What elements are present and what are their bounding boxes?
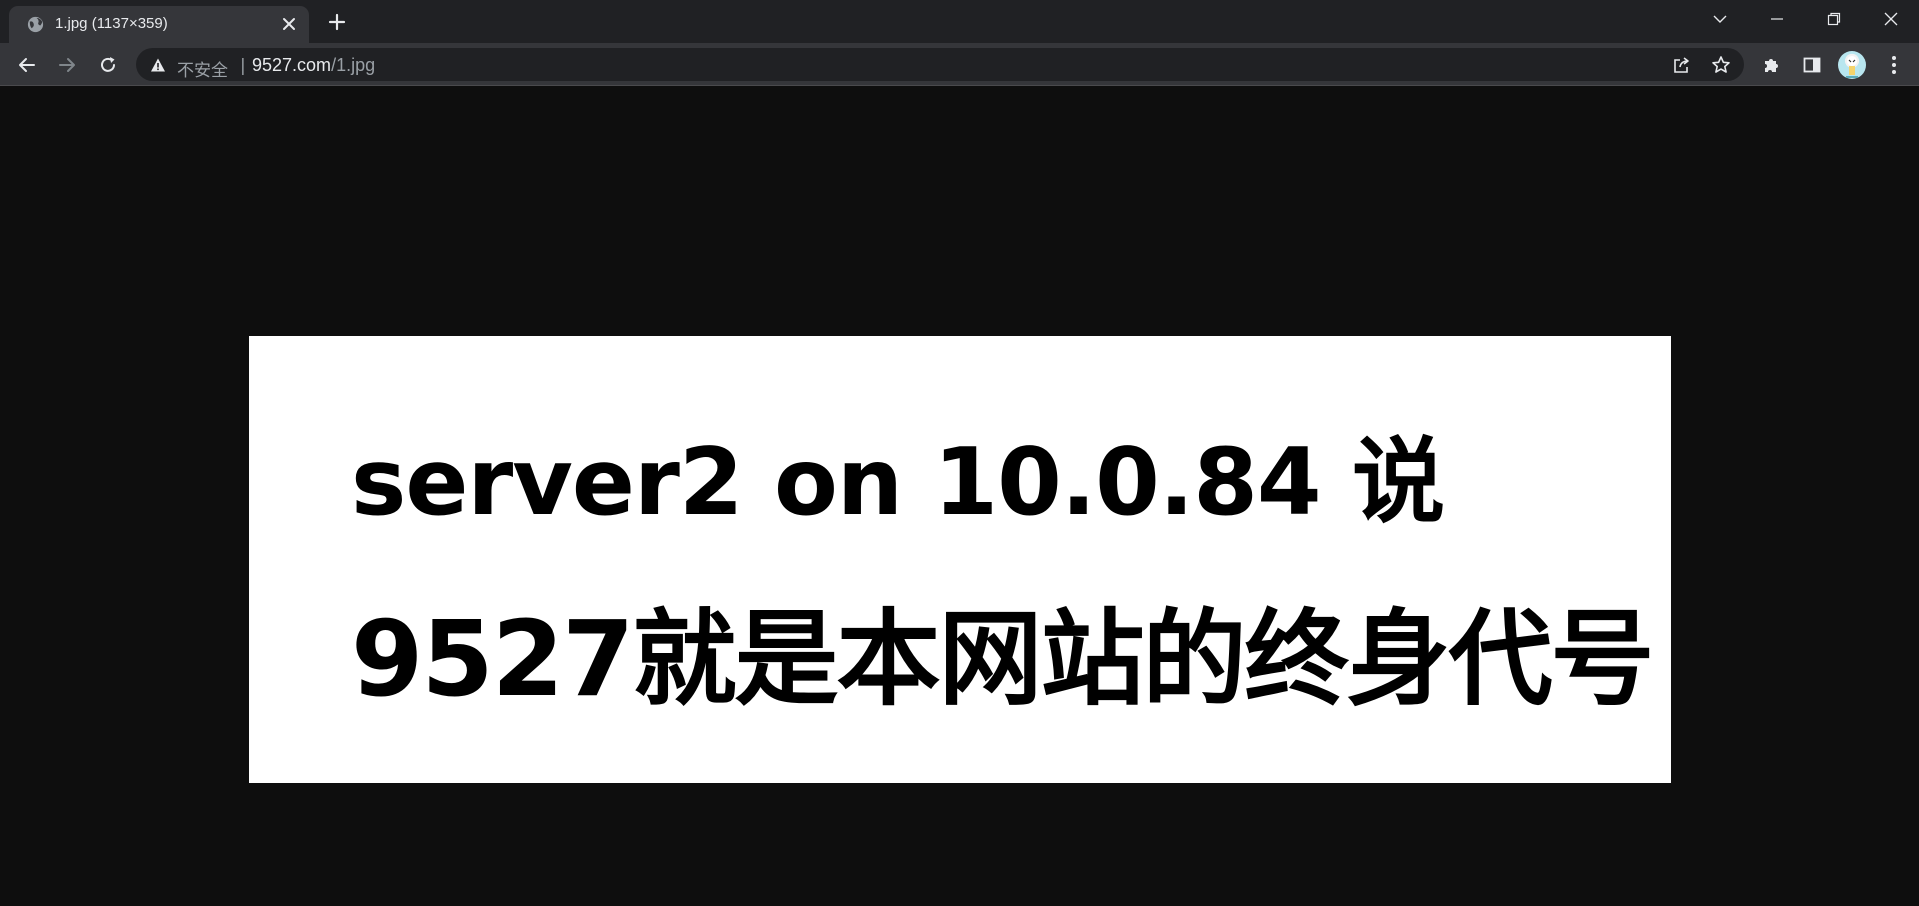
- image-text-line-2: 9527就是本网站的终身代号: [351, 598, 1654, 720]
- forward-arrow-icon[interactable]: [51, 49, 83, 81]
- close-icon[interactable]: [278, 13, 300, 35]
- back-arrow-icon[interactable]: [11, 49, 43, 81]
- minimize-icon[interactable]: [1749, 0, 1805, 38]
- reload-icon[interactable]: [92, 49, 124, 81]
- address-bar[interactable]: 不安全 | 9527.com/1.jpg: [136, 48, 1744, 81]
- tab-strip: 1.jpg (1137×359): [0, 0, 1919, 43]
- image-viewer: server2 on 10.0.84 说 9527就是本网站的终身代号: [0, 87, 1919, 906]
- star-icon[interactable]: [1710, 54, 1732, 76]
- warning-triangle-icon[interactable]: [150, 57, 166, 73]
- puzzle-icon[interactable]: [1756, 49, 1788, 81]
- tab-active[interactable]: 1.jpg (1137×359): [9, 6, 309, 43]
- toolbar: 不安全 | 9527.com/1.jpg: [0, 43, 1919, 86]
- url-host: 9527.com: [252, 55, 332, 75]
- globe-icon: [26, 15, 45, 34]
- chevron-down-icon[interactable]: [1692, 0, 1748, 38]
- url-separator: |: [240, 56, 246, 76]
- plus-icon[interactable]: [322, 8, 352, 36]
- browser-window: 1.jpg (1137×359) 不安全 | 9527.com/1.jpg se…: [0, 0, 1919, 906]
- kebab-menu-icon[interactable]: [1878, 49, 1910, 81]
- share-icon[interactable]: [1671, 54, 1693, 76]
- image-text-line-1: server2 on 10.0.84 说: [351, 428, 1445, 536]
- displayed-image[interactable]: server2 on 10.0.84 说 9527就是本网站的终身代号: [249, 336, 1671, 783]
- restore-icon[interactable]: [1806, 0, 1862, 38]
- close-icon[interactable]: [1863, 0, 1919, 38]
- tab-title: 1.jpg (1137×359): [55, 15, 168, 32]
- url-text[interactable]: 9527.com/1.jpg: [252, 55, 375, 76]
- profile-avatar[interactable]: [1838, 51, 1866, 79]
- url-path: /1.jpg: [331, 55, 376, 75]
- side-panel-icon[interactable]: [1796, 49, 1828, 81]
- not-secure-label[interactable]: 不安全: [177, 56, 228, 81]
